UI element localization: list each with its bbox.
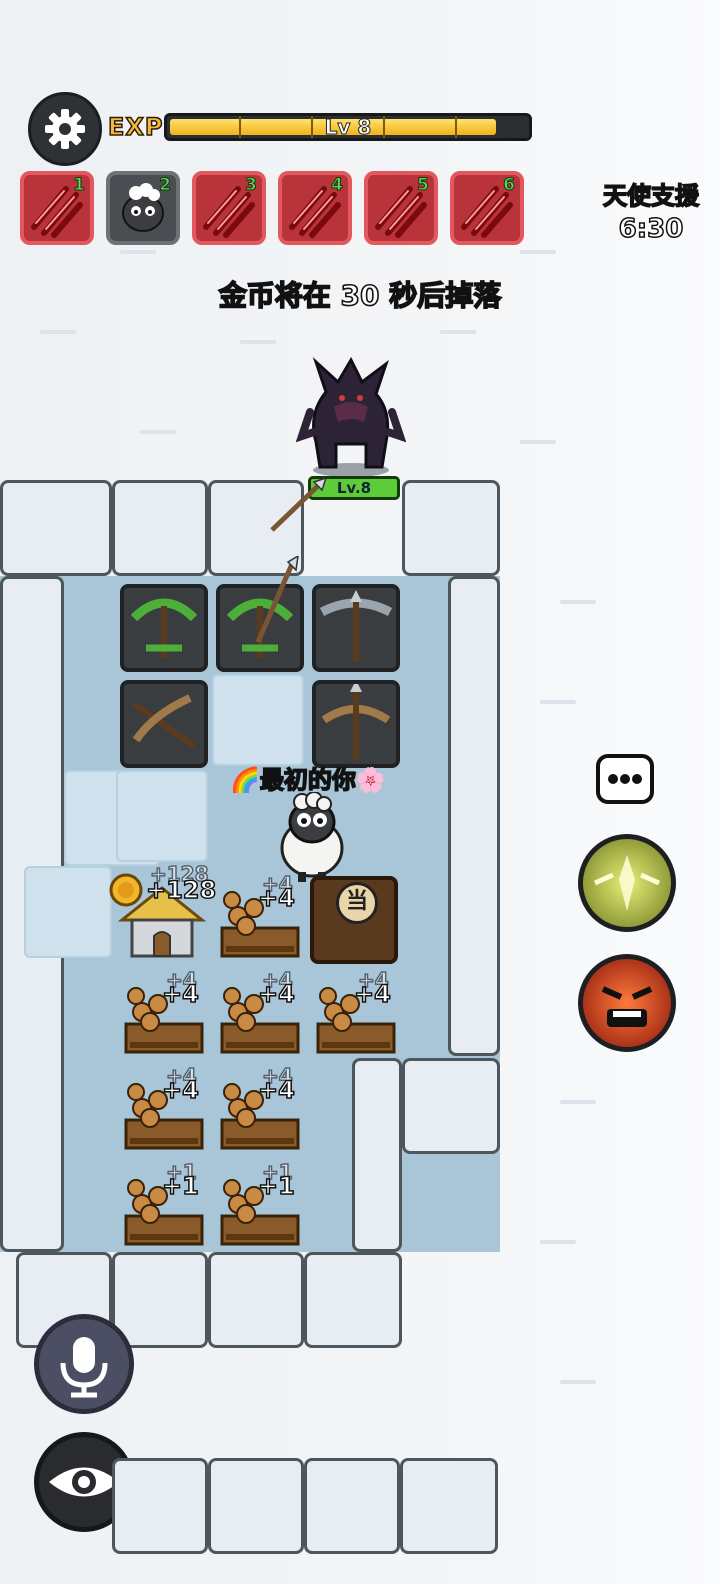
level-label: Lv 8 <box>324 115 372 139</box>
slot-number: 3 <box>245 175 258 196</box>
crossbow-turret-wood[interactable] <box>312 680 400 768</box>
ice-wall <box>208 1252 304 1348</box>
wood-gain-text: +1 <box>257 1171 295 1201</box>
slot-number: 5 <box>417 175 430 196</box>
angel-support-title: 天使支援 <box>602 181 700 211</box>
werewolf-monster[interactable] <box>296 352 406 477</box>
wood-gain-text: +4 <box>257 1075 295 1105</box>
slot-number: 4 <box>331 175 344 196</box>
ice-wall <box>448 576 500 1056</box>
wood-pile-tile[interactable]: +4 +4 <box>216 871 304 964</box>
arrow-projectile <box>255 556 299 643</box>
crossbow-turret-steel[interactable] <box>312 584 400 672</box>
coin-drop-message: 金币将在 30 秒后掉落 <box>218 278 502 313</box>
wood-gain-text: +4 <box>161 979 199 1009</box>
ice-wall <box>402 480 500 576</box>
wood-pile-tile[interactable]: +1 +1 <box>120 1159 208 1252</box>
ice-wall <box>0 480 112 576</box>
ability-slot-1[interactable]: 1 <box>20 171 94 245</box>
player-name: 🌈最初的你🌸 <box>229 765 386 795</box>
ability-slot-4[interactable]: 4 <box>278 171 352 245</box>
ability-slot-5[interactable]: 5 <box>364 171 438 245</box>
gear-icon <box>45 109 85 149</box>
exp-bar: Lv 8 <box>164 113 532 141</box>
microphone-button[interactable] <box>34 1314 134 1414</box>
ice-wall <box>402 1058 500 1154</box>
gold-coin-icon <box>109 873 143 907</box>
wood-pile-tile[interactable]: +1 +1 <box>216 1159 304 1252</box>
crossbow-turret-wood[interactable] <box>120 680 208 768</box>
angel-power-icon <box>593 855 661 911</box>
shop-sign: 当 <box>336 882 378 924</box>
rage-skill-button[interactable] <box>578 954 676 1052</box>
crossbow-icon <box>321 680 391 760</box>
chat-button[interactable] <box>596 754 654 804</box>
wood-pile-tile[interactable]: +4 +4 <box>216 1063 304 1156</box>
ice-wall <box>112 480 208 576</box>
chat-bubble-icon <box>608 774 642 784</box>
crossbow-icon <box>319 590 393 662</box>
angel-support-timer: 6:30 <box>618 213 684 245</box>
slot-number: 1 <box>73 175 86 196</box>
crossbow-icon <box>130 598 198 658</box>
wood-pile-tile[interactable]: +4 +4 <box>120 967 208 1060</box>
sheep-player[interactable] <box>272 792 352 884</box>
wood-gain-text: +4 <box>257 883 295 913</box>
microphone-icon <box>60 1337 108 1398</box>
ability-slot-6[interactable]: 6 <box>450 171 524 245</box>
angel-power-skill-button[interactable] <box>578 834 676 932</box>
ability-slot-2[interactable]: 2 <box>106 171 180 245</box>
arrow-projectile <box>270 478 327 532</box>
settings-button[interactable] <box>28 92 102 166</box>
wood-gain-text: +4 <box>161 1075 199 1105</box>
pawn-shop[interactable]: 当 <box>310 876 398 964</box>
wood-gain-text: +1 <box>161 1171 199 1201</box>
ability-slot-3[interactable]: 3 <box>192 171 266 245</box>
gold-gain-text: +128 <box>145 875 217 905</box>
exp-label: EXP <box>107 112 164 142</box>
ice-wall <box>304 1252 402 1348</box>
slot-number: 6 <box>503 175 516 196</box>
ice-wall <box>352 1058 402 1252</box>
crossbow-icon <box>132 694 196 749</box>
wood-gain-text: +4 <box>257 979 295 1009</box>
wood-pile-tile[interactable]: +4 +4 <box>216 967 304 1060</box>
wood-pile-tile[interactable]: +4 +4 <box>312 967 400 1060</box>
crossbow-turret-green[interactable] <box>120 584 208 672</box>
slot-number: 2 <box>159 175 172 196</box>
wood-gain-text: +4 <box>353 979 391 1009</box>
rage-face-icon <box>601 986 653 1027</box>
wood-pile-tile[interactable]: +4 +4 <box>120 1063 208 1156</box>
